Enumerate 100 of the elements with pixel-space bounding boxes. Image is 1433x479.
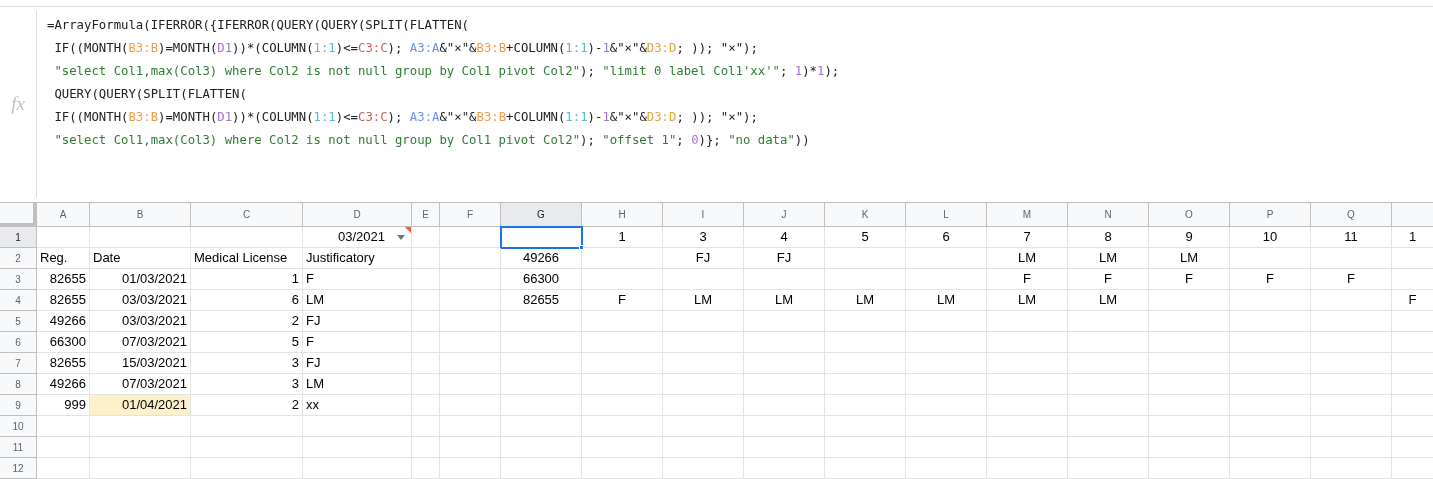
- empty-cell[interactable]: [582, 269, 663, 290]
- column-header[interactable]: J: [744, 203, 825, 227]
- empty-cell[interactable]: [825, 374, 906, 395]
- empty-cell[interactable]: [303, 437, 412, 458]
- empty-cell[interactable]: [412, 311, 440, 332]
- empty-cell[interactable]: [1149, 458, 1230, 479]
- table-cell[interactable]: 49266: [37, 311, 90, 332]
- table-cell[interactable]: LM: [987, 290, 1068, 311]
- empty-cell[interactable]: [987, 311, 1068, 332]
- empty-cell[interactable]: [582, 248, 663, 269]
- empty-cell[interactable]: [582, 395, 663, 416]
- empty-cell[interactable]: [1311, 374, 1392, 395]
- empty-cell[interactable]: [1068, 332, 1149, 353]
- empty-cell[interactable]: [1230, 290, 1311, 311]
- column-header[interactable]: E: [412, 203, 440, 227]
- table-cell[interactable]: 82655: [501, 290, 582, 311]
- empty-cell[interactable]: [987, 353, 1068, 374]
- empty-cell[interactable]: [663, 332, 744, 353]
- empty-cell[interactable]: [987, 374, 1068, 395]
- empty-cell[interactable]: [825, 437, 906, 458]
- empty-cell[interactable]: [412, 395, 440, 416]
- table-cell[interactable]: LM: [303, 290, 412, 311]
- table-cell[interactable]: FJ: [303, 353, 412, 374]
- table-cell[interactable]: LM: [906, 290, 987, 311]
- empty-cell[interactable]: [825, 395, 906, 416]
- empty-cell[interactable]: [501, 332, 582, 353]
- empty-cell[interactable]: [987, 416, 1068, 437]
- empty-cell[interactable]: [1230, 248, 1311, 269]
- table-cell[interactable]: 82655: [37, 269, 90, 290]
- table-cell[interactable]: 49266: [37, 374, 90, 395]
- table-cell[interactable]: 3: [191, 353, 303, 374]
- column-header[interactable]: C: [191, 203, 303, 227]
- table-cell[interactable]: LM: [1068, 248, 1149, 269]
- empty-cell[interactable]: [191, 227, 303, 248]
- empty-cell[interactable]: [744, 332, 825, 353]
- column-header[interactable]: D: [303, 203, 412, 227]
- table-cell[interactable]: 11: [1311, 227, 1392, 248]
- table-cell[interactable]: 66300: [37, 332, 90, 353]
- empty-cell[interactable]: [744, 269, 825, 290]
- empty-cell[interactable]: [825, 416, 906, 437]
- row-header[interactable]: 6: [0, 332, 37, 353]
- table-cell[interactable]: F: [987, 269, 1068, 290]
- table-cell[interactable]: LM: [825, 290, 906, 311]
- row-header[interactable]: 7: [0, 353, 37, 374]
- empty-cell[interactable]: [501, 395, 582, 416]
- empty-cell[interactable]: [440, 437, 501, 458]
- empty-cell[interactable]: [1311, 311, 1392, 332]
- empty-cell[interactable]: [1149, 332, 1230, 353]
- table-cell[interactable]: LM: [1149, 248, 1230, 269]
- empty-cell[interactable]: [663, 416, 744, 437]
- table-cell[interactable]: F: [303, 269, 412, 290]
- empty-cell[interactable]: [1068, 416, 1149, 437]
- table-cell[interactable]: 66300: [501, 269, 582, 290]
- empty-cell[interactable]: [191, 437, 303, 458]
- empty-cell[interactable]: [1230, 332, 1311, 353]
- column-header[interactable]: K: [825, 203, 906, 227]
- table-cell[interactable]: 82655: [37, 290, 90, 311]
- dropdown-arrow-icon[interactable]: [397, 234, 405, 240]
- column-header[interactable]: B: [90, 203, 191, 227]
- empty-cell[interactable]: [412, 374, 440, 395]
- empty-cell[interactable]: [1311, 248, 1392, 269]
- table-cell[interactable]: 07/03/2021: [90, 332, 191, 353]
- table-cell[interactable]: F: [1311, 269, 1392, 290]
- empty-cell[interactable]: [412, 458, 440, 479]
- column-header[interactable]: P: [1230, 203, 1311, 227]
- table-cell[interactable]: xx: [303, 395, 412, 416]
- column-header[interactable]: O: [1149, 203, 1230, 227]
- table-cell[interactable]: LM: [744, 290, 825, 311]
- empty-cell[interactable]: [501, 311, 582, 332]
- table-cell[interactable]: 5: [825, 227, 906, 248]
- empty-cell[interactable]: [906, 332, 987, 353]
- empty-cell[interactable]: [906, 374, 987, 395]
- row-header[interactable]: 4: [0, 290, 37, 311]
- row-header[interactable]: 8: [0, 374, 37, 395]
- column-header[interactable]: N: [1068, 203, 1149, 227]
- table-cell[interactable]: F: [1149, 269, 1230, 290]
- table-cell[interactable]: 1: [582, 227, 663, 248]
- column-header[interactable]: M: [987, 203, 1068, 227]
- table-cell[interactable]: 2: [191, 311, 303, 332]
- table-cell[interactable]: 49266: [501, 248, 582, 269]
- empty-cell[interactable]: [582, 332, 663, 353]
- row-header[interactable]: 10: [0, 416, 37, 437]
- column-header[interactable]: A: [37, 203, 90, 227]
- empty-cell[interactable]: [582, 458, 663, 479]
- empty-cell[interactable]: [501, 437, 582, 458]
- empty-cell[interactable]: [501, 416, 582, 437]
- table-cell[interactable]: 10: [1230, 227, 1311, 248]
- table-cell[interactable]: 03/03/2021: [90, 311, 191, 332]
- row-header[interactable]: 3: [0, 269, 37, 290]
- empty-cell[interactable]: [90, 437, 191, 458]
- empty-cell[interactable]: [1311, 353, 1392, 374]
- table-cell[interactable]: 3: [663, 227, 744, 248]
- column-header[interactable]: Q: [1311, 203, 1392, 227]
- empty-cell[interactable]: [191, 458, 303, 479]
- empty-cell[interactable]: [987, 395, 1068, 416]
- empty-cell[interactable]: [440, 290, 501, 311]
- empty-cell[interactable]: [1311, 395, 1392, 416]
- empty-cell[interactable]: [1311, 458, 1392, 479]
- column-header[interactable]: L: [906, 203, 987, 227]
- table-cell[interactable]: 82655: [37, 353, 90, 374]
